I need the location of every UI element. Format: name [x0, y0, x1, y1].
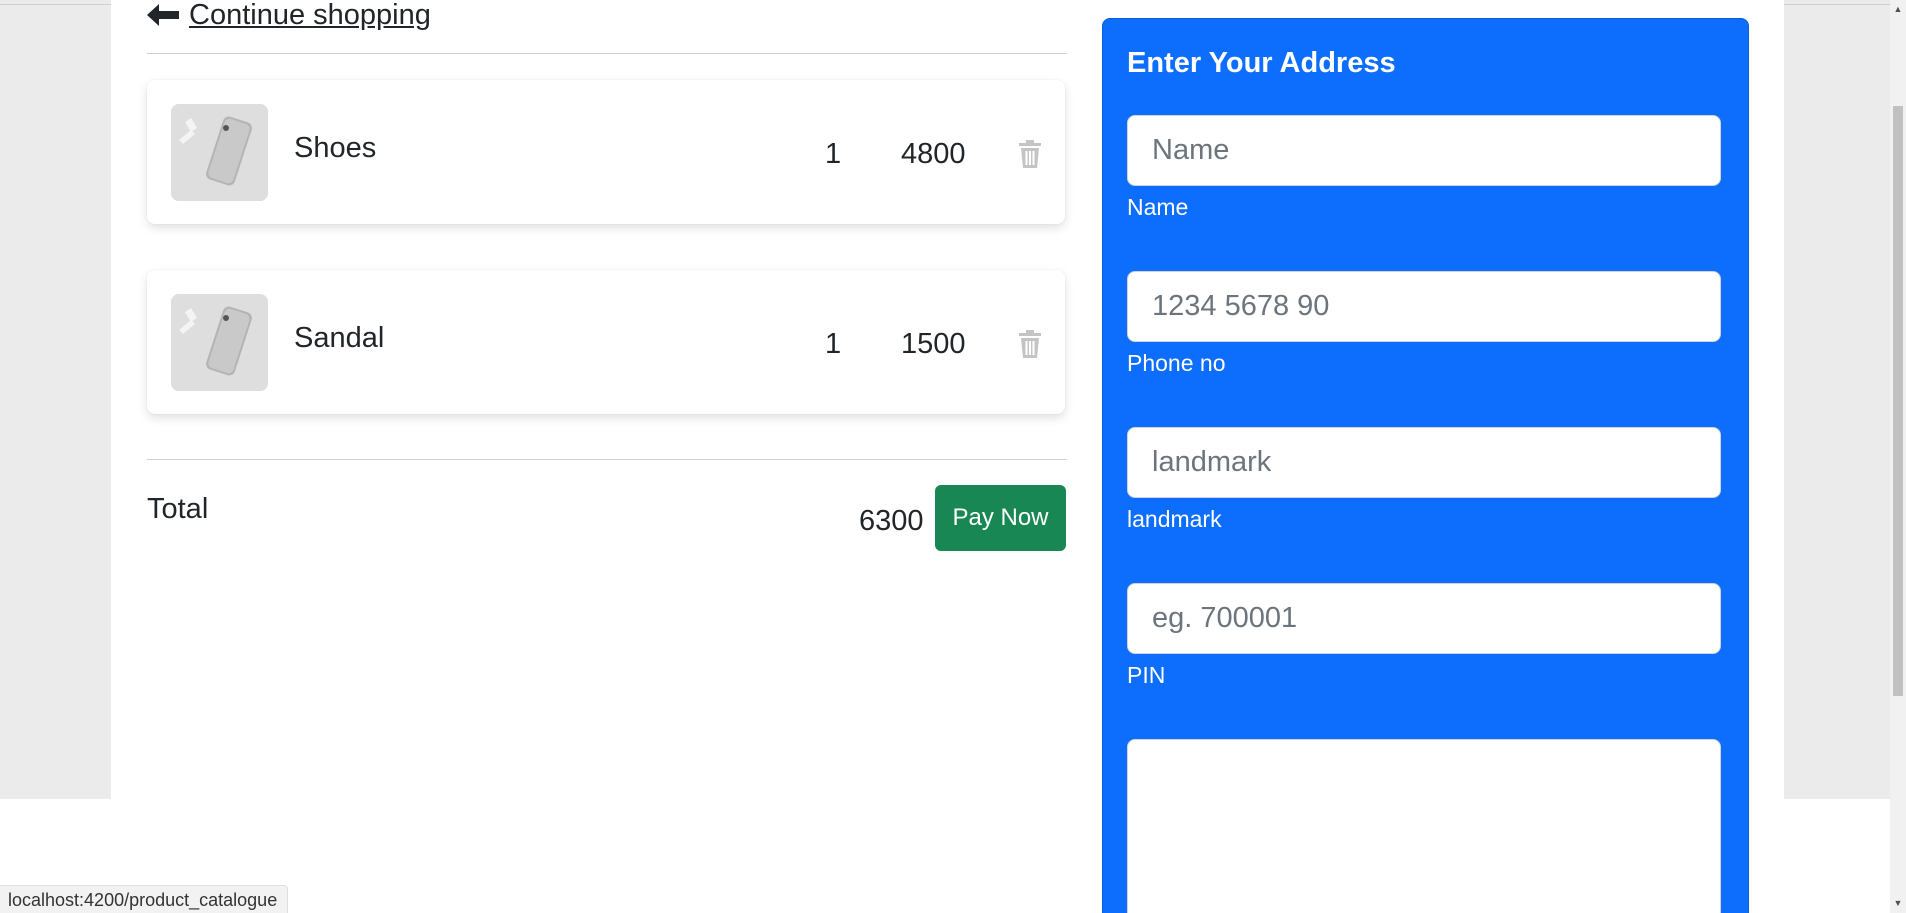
product-thumbnail: [171, 294, 268, 391]
divider: [147, 459, 1067, 460]
scrollbar-thumb[interactable]: [1893, 106, 1903, 696]
landmark-field[interactable]: [1127, 427, 1721, 498]
product-price: 1500: [901, 328, 966, 360]
phone-field-label: Phone no: [1127, 350, 1226, 376]
phone-product-image: [171, 104, 268, 201]
landmark-field-label: landmark: [1127, 506, 1222, 532]
phone-product-image: [171, 294, 268, 391]
trash-icon[interactable]: [1019, 330, 1041, 358]
cart-page: Continue shopping Shoes 1 4800 Sandal 1 …: [111, 0, 1784, 913]
status-bar-url: localhost:4200/product_catalogue: [0, 885, 289, 913]
trash-icon[interactable]: [1019, 140, 1041, 168]
browser-viewport: Continue shopping Shoes 1 4800 Sandal 1 …: [0, 0, 1906, 913]
pin-field-label: PIN: [1127, 662, 1166, 688]
continue-shopping-label: Continue shopping: [189, 0, 431, 31]
name-field[interactable]: [1127, 115, 1721, 186]
divider: [147, 53, 1067, 54]
pay-now-button[interactable]: Pay Now: [935, 485, 1066, 551]
product-price: 4800: [901, 138, 966, 170]
total-label: Total: [147, 493, 209, 525]
product-quantity: 1: [825, 328, 842, 360]
product-thumbnail: [171, 104, 268, 201]
total-value: 6300: [859, 505, 924, 537]
pin-field[interactable]: [1127, 583, 1721, 654]
product-name: Sandal: [294, 322, 385, 354]
scroll-up-arrow-icon[interactable]: ▲: [1893, 4, 1903, 14]
name-field-label: Name: [1127, 194, 1189, 220]
scroll-down-arrow-icon[interactable]: ▼: [1893, 898, 1903, 908]
vertical-scrollbar[interactable]: ▲ ▼: [1890, 0, 1906, 913]
continue-shopping-link[interactable]: Continue shopping: [147, 0, 431, 30]
address-form: Enter Your Address Name Phone no landmar…: [1102, 18, 1749, 913]
product-name: Shoes: [294, 132, 377, 164]
address-textarea[interactable]: [1127, 739, 1721, 913]
cart-item: Shoes 1 4800: [147, 80, 1065, 224]
product-quantity: 1: [825, 138, 842, 170]
cart-item: Sandal 1 1500: [147, 270, 1065, 414]
arrow-left-icon: [147, 4, 179, 26]
address-form-title: Enter Your Address: [1127, 47, 1396, 79]
phone-field[interactable]: [1127, 271, 1721, 342]
